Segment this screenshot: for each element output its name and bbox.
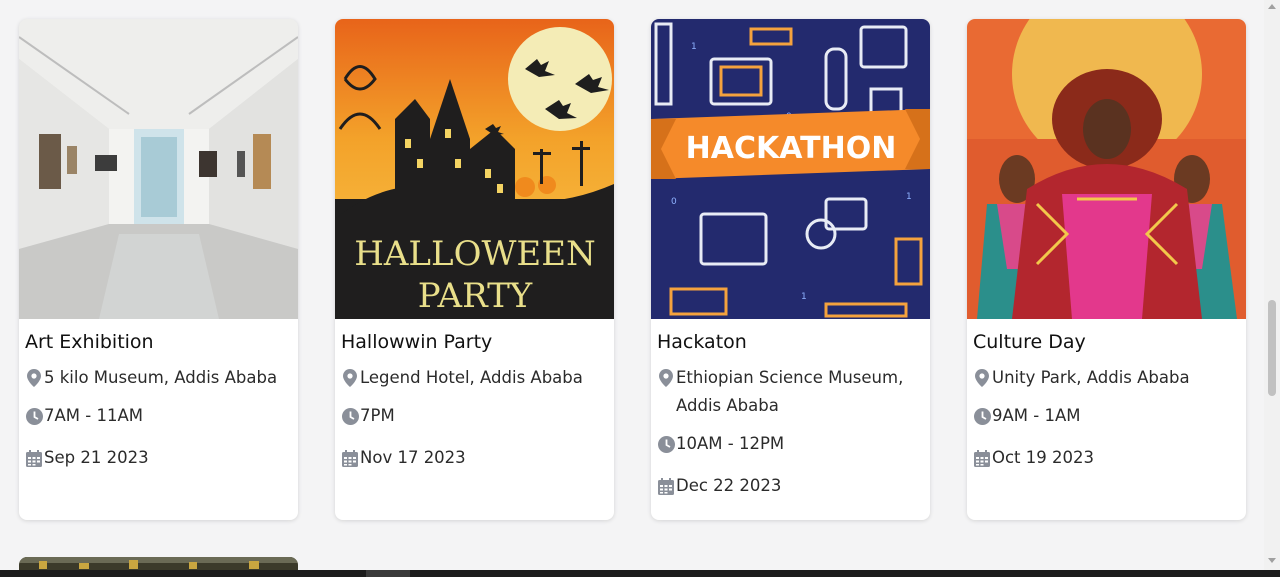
svg-text:1: 1 (906, 192, 912, 202)
hackathon-image: 101 011 HACKATHON (651, 19, 930, 319)
hackathon-image-text: HACKATHON (686, 131, 897, 166)
event-date: Oct 19 2023 (992, 448, 1095, 467)
clock-icon (341, 402, 359, 430)
scroll-up-arrow-icon[interactable] (1268, 4, 1276, 9)
calendar-icon (341, 444, 359, 472)
events-grid: Art Exhibition 5 kilo Museum, Addis Abab… (0, 0, 1264, 570)
svg-text:0: 0 (671, 197, 677, 207)
event-time: 7AM - 11AM (44, 406, 143, 425)
event-card-hackaton[interactable]: 101 011 HACKATHON Hackaton Ethiopian Sci… (651, 19, 930, 520)
map-pin-icon (657, 364, 675, 392)
event-card-next-row[interactable] (19, 557, 298, 570)
event-location: 5 kilo Museum, Addis Ababa (44, 368, 278, 387)
taskbar (0, 570, 1280, 577)
event-title[interactable]: Hackaton (657, 329, 924, 355)
halloween-party-image: HALLOWEEN PARTY (335, 19, 614, 319)
taskbar-active-app[interactable] (366, 570, 410, 577)
calendar-icon (657, 472, 675, 500)
event-location: Ethiopian Science Museum, Addis Ababa (676, 368, 904, 415)
event-title[interactable]: Culture Day (973, 329, 1240, 355)
event-time: 9AM - 1AM (992, 406, 1081, 425)
svg-text:1: 1 (691, 42, 697, 52)
map-pin-icon (341, 364, 359, 392)
culture-day-image (967, 19, 1246, 319)
clock-icon (25, 402, 43, 430)
halloween-image-text-2: PARTY (418, 276, 533, 316)
halloween-image-text-1: HALLOWEEN (354, 234, 596, 274)
event-location: Legend Hotel, Addis Ababa (360, 368, 583, 387)
calendar-icon (973, 444, 991, 472)
art-gallery-image (19, 19, 298, 319)
event-date: Sep 21 2023 (44, 448, 149, 467)
map-pin-icon (973, 364, 991, 392)
event-time: 7PM (360, 406, 395, 425)
event-title[interactable]: Hallowwin Party (341, 329, 608, 355)
event-date: Dec 22 2023 (676, 476, 782, 495)
scroll-down-arrow-icon[interactable] (1268, 558, 1276, 563)
clock-icon (657, 430, 675, 458)
event-card-next-image (19, 557, 298, 570)
event-date: Nov 17 2023 (360, 448, 466, 467)
calendar-icon (25, 444, 43, 472)
scrollbar-thumb[interactable] (1268, 300, 1276, 396)
event-card-culture-day[interactable]: Culture Day Unity Park, Addis Ababa 9AM … (967, 19, 1246, 520)
event-card-art-exhibition[interactable]: Art Exhibition 5 kilo Museum, Addis Abab… (19, 19, 298, 520)
event-title[interactable]: Art Exhibition (25, 329, 292, 355)
event-location: Unity Park, Addis Ababa (992, 368, 1190, 387)
svg-text:1: 1 (801, 292, 807, 302)
event-card-hallowwin-party[interactable]: HALLOWEEN PARTY Hallowwin Party Legend H… (335, 19, 614, 520)
clock-icon (973, 402, 991, 430)
event-time: 10AM - 12PM (676, 434, 785, 453)
map-pin-icon (25, 364, 43, 392)
vertical-scrollbar[interactable] (1264, 0, 1280, 570)
